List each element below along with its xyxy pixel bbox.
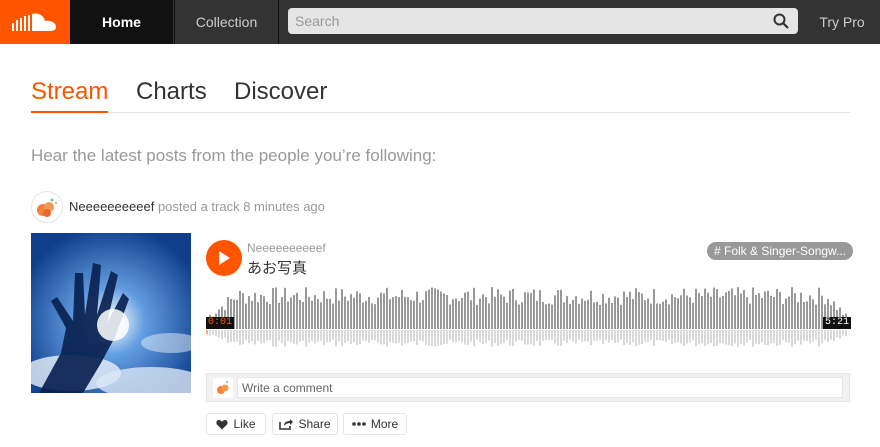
track-duration: 5:21: [823, 317, 852, 329]
heart-icon: [216, 419, 229, 429]
top-header: Home Collection Try Pro: [0, 0, 880, 44]
comment-input[interactable]: [237, 377, 843, 398]
soundcloud-logo[interactable]: [0, 0, 70, 44]
track-artwork[interactable]: [31, 233, 191, 393]
nav-home[interactable]: Home: [70, 0, 173, 44]
tab-discover[interactable]: Discover: [234, 78, 327, 112]
like-label: Like: [233, 417, 256, 431]
post-meta: Neeeeeeeeeef posted a track 8 minutes ag…: [69, 199, 325, 214]
share-button[interactable]: Share: [272, 413, 338, 435]
user-avatar[interactable]: [31, 191, 63, 223]
track-title[interactable]: あお写真: [247, 257, 307, 278]
share-label: Share: [298, 417, 331, 431]
waveform[interactable]: [206, 285, 849, 347]
tab-stream[interactable]: Stream: [31, 78, 109, 113]
search-icon[interactable]: [773, 13, 789, 29]
search-box: [288, 8, 798, 34]
more-button[interactable]: More: [343, 413, 407, 435]
nav-collection[interactable]: Collection: [174, 0, 279, 44]
current-time: 0:01: [206, 317, 235, 329]
commenter-avatar: [213, 378, 233, 398]
play-button[interactable]: [206, 240, 242, 276]
soundcloud-cloud-icon: [12, 13, 56, 31]
stream-tabs: Stream Charts Discover: [31, 78, 850, 113]
post-action: posted a track: [157, 199, 240, 214]
play-icon: [219, 251, 230, 265]
more-dots-icon: [352, 422, 366, 426]
post-username[interactable]: Neeeeeeeeeef: [69, 199, 154, 214]
share-icon: [279, 419, 294, 430]
like-button[interactable]: Like: [206, 413, 266, 435]
stream-subtitle: Hear the latest posts from the people yo…: [31, 146, 437, 165]
post-time: 8 minutes ago: [243, 199, 325, 214]
genre-tag[interactable]: # Folk & Singer-Songw...: [707, 242, 854, 260]
track-artist[interactable]: Neeeeeeeeeef: [247, 241, 326, 255]
comment-form: [206, 373, 850, 402]
search-input[interactable]: [288, 8, 765, 34]
more-label: More: [370, 417, 399, 431]
try-pro-link[interactable]: Try Pro: [812, 0, 872, 44]
tab-charts[interactable]: Charts: [136, 78, 207, 112]
